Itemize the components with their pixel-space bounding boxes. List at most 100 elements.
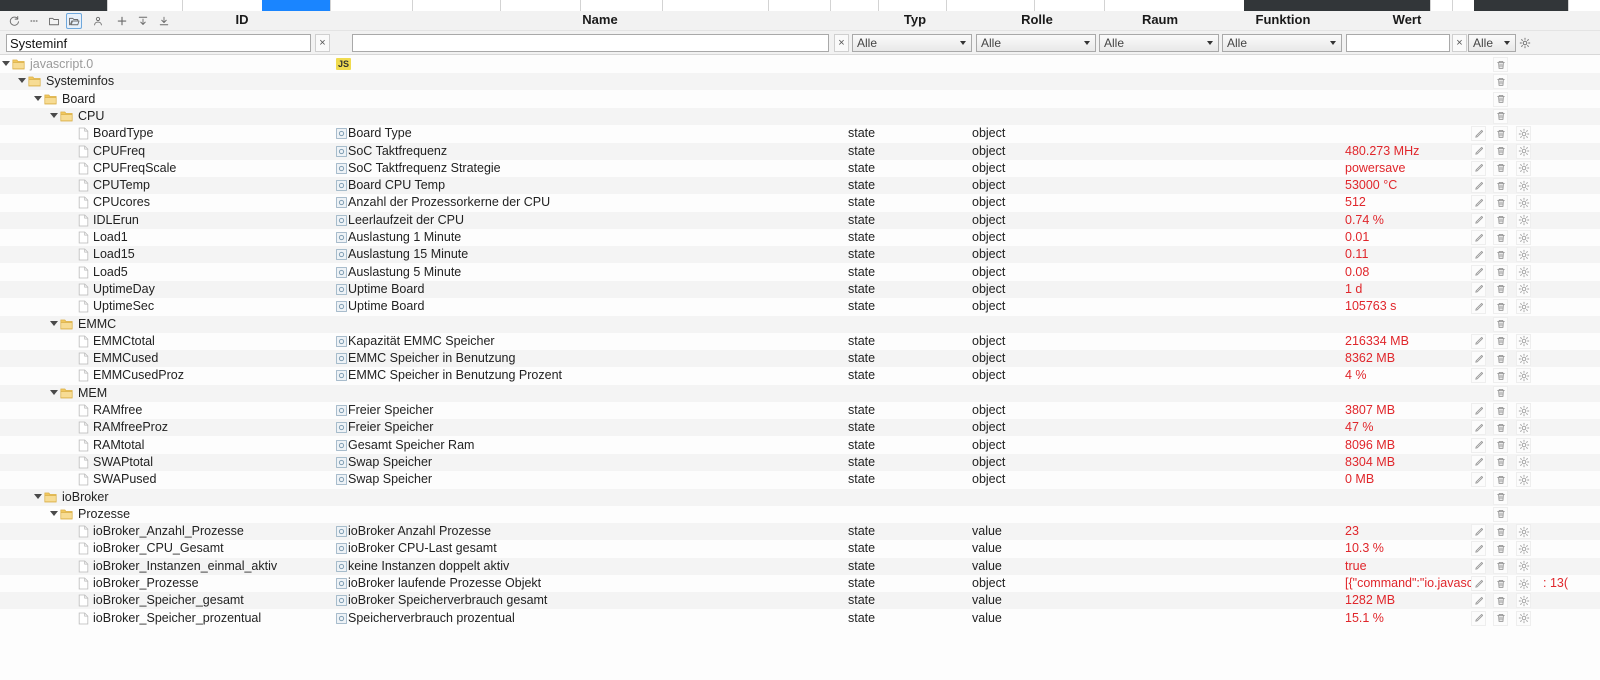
column-header-funktion[interactable]: Funktion — [1228, 12, 1338, 27]
filter-typ-select[interactable]: Alle — [852, 34, 972, 52]
browser-tab[interactable] — [330, 0, 412, 11]
object-settings-icon[interactable] — [1516, 576, 1531, 591]
browser-tab[interactable] — [1430, 0, 1452, 11]
column-header-id[interactable]: ID — [172, 12, 312, 27]
delete-object-icon[interactable] — [1493, 143, 1508, 159]
column-header-rolle[interactable]: Rolle — [982, 12, 1092, 27]
expander-collapse-icon[interactable] — [50, 321, 57, 328]
browser-tab[interactable] — [1104, 0, 1244, 11]
filter-name-clear-icon[interactable]: × — [834, 34, 849, 52]
tree-state-row[interactable]: ioBroker_Speicher_gesamt ioBroker Speiche… — [0, 592, 1600, 610]
filter-pagesize-select[interactable]: Alle — [1468, 34, 1516, 52]
delete-object-icon[interactable] — [1493, 593, 1508, 609]
expander-collapse-icon[interactable] — [50, 113, 57, 120]
delete-object-icon[interactable] — [1493, 195, 1508, 211]
delete-object-icon[interactable] — [1493, 506, 1508, 522]
expander-collapse-icon[interactable] — [34, 494, 41, 501]
object-settings-icon[interactable] — [1516, 437, 1531, 453]
edit-object-icon[interactable] — [1471, 230, 1486, 245]
browser-tab[interactable] — [1452, 0, 1474, 11]
settings-gear-icon[interactable] — [1518, 35, 1532, 51]
edit-object-icon[interactable] — [1471, 610, 1486, 626]
tree-folder-row[interactable]: EMMC — [0, 315, 1600, 333]
tree-state-row[interactable]: RAMfreeProz Freier Speicher state object 47 … — [0, 419, 1600, 437]
edit-object-icon[interactable] — [1471, 437, 1486, 453]
browser-tab-active[interactable] — [262, 0, 330, 11]
object-settings-icon[interactable] — [1516, 454, 1531, 470]
edit-object-icon[interactable] — [1471, 558, 1486, 574]
edit-object-icon[interactable] — [1471, 212, 1486, 228]
delete-object-icon[interactable] — [1493, 558, 1508, 574]
delete-object-icon[interactable] — [1493, 299, 1508, 315]
delete-object-icon[interactable] — [1493, 610, 1508, 626]
column-header-wert[interactable]: Wert — [1352, 12, 1462, 27]
edit-object-icon[interactable] — [1471, 299, 1486, 315]
edit-object-icon[interactable] — [1471, 576, 1486, 591]
edit-object-icon[interactable] — [1471, 593, 1486, 609]
expander-collapse-icon[interactable] — [50, 511, 57, 518]
tree-state-row[interactable]: Load15 Auslastung 15 Minute state object 0.1… — [0, 246, 1600, 264]
object-settings-icon[interactable] — [1516, 403, 1531, 418]
object-settings-icon[interactable] — [1516, 524, 1531, 540]
browser-tab[interactable] — [662, 0, 768, 11]
object-settings-icon[interactable] — [1516, 558, 1531, 574]
filter-wert-clear-icon[interactable]: × — [1452, 34, 1467, 52]
delete-object-icon[interactable] — [1493, 126, 1508, 142]
object-settings-icon[interactable] — [1516, 195, 1531, 211]
delete-object-icon[interactable] — [1493, 454, 1508, 470]
filter-raum-select[interactable]: Alle — [1099, 34, 1219, 52]
expander-collapse-icon[interactable] — [2, 61, 9, 68]
object-settings-icon[interactable] — [1516, 126, 1531, 142]
browser-tab[interactable] — [1474, 0, 1568, 11]
object-settings-icon[interactable] — [1516, 610, 1531, 626]
tree-state-row[interactable]: ioBroker_Anzahl_Prozesse ioBroker Anzahl … — [0, 523, 1600, 541]
browser-tab[interactable] — [580, 0, 662, 11]
tree-state-row[interactable]: RAMtotal Gesamt Speicher Ram state object 80… — [0, 437, 1600, 454]
edit-object-icon[interactable] — [1471, 351, 1486, 367]
delete-object-icon[interactable] — [1493, 576, 1508, 591]
object-settings-icon[interactable] — [1516, 472, 1531, 488]
edit-object-icon[interactable] — [1471, 333, 1486, 349]
tree-folder-row[interactable]: Prozesse — [0, 506, 1600, 523]
column-header-typ[interactable]: Typ — [860, 12, 970, 27]
delete-object-icon[interactable] — [1493, 212, 1508, 228]
object-settings-icon[interactable] — [1516, 212, 1531, 228]
object-settings-icon[interactable] — [1516, 351, 1531, 367]
delete-object-icon[interactable] — [1493, 351, 1508, 367]
browser-tab[interactable] — [500, 0, 580, 11]
delete-object-icon[interactable] — [1493, 108, 1508, 124]
tree-state-row[interactable]: BoardType Board Type state object — [0, 125, 1600, 142]
delete-object-icon[interactable] — [1493, 385, 1508, 401]
tree-folder-row[interactable]: javascript.0 JS — [0, 56, 1600, 73]
tree-state-row[interactable]: UptimeSec Uptime Board state object 105763 s — [0, 298, 1600, 315]
tree-folder-row[interactable]: Board — [0, 91, 1600, 108]
delete-object-icon[interactable] — [1493, 420, 1508, 436]
tree-state-row[interactable]: EMMCused EMMC Speicher in Benutzung state o… — [0, 350, 1600, 368]
delete-object-icon[interactable] — [1493, 178, 1508, 194]
delete-object-icon[interactable] — [1493, 472, 1508, 488]
edit-object-icon[interactable] — [1471, 281, 1486, 297]
edit-object-icon[interactable] — [1471, 247, 1486, 263]
object-settings-icon[interactable] — [1516, 541, 1531, 557]
browser-tab[interactable] — [1568, 0, 1600, 11]
edit-object-icon[interactable] — [1471, 368, 1486, 384]
delete-object-icon[interactable] — [1493, 316, 1508, 332]
tree-state-row[interactable]: EMMCtotal Kapazität EMMC Speicher state obj… — [0, 333, 1600, 350]
object-settings-icon[interactable] — [1516, 178, 1531, 194]
browser-tab[interactable] — [412, 0, 500, 11]
filter-wert-input[interactable] — [1346, 34, 1450, 52]
refresh-icon[interactable] — [6, 13, 22, 29]
filter-id-clear-icon[interactable]: × — [315, 34, 330, 52]
object-settings-icon[interactable] — [1516, 420, 1531, 436]
browser-tab[interactable] — [768, 0, 830, 11]
object-settings-icon[interactable] — [1516, 281, 1531, 297]
delete-object-icon[interactable] — [1493, 437, 1508, 453]
delete-object-icon[interactable] — [1493, 541, 1508, 557]
browser-tab[interactable] — [182, 0, 262, 11]
delete-object-icon[interactable] — [1493, 281, 1508, 297]
tree-state-row[interactable]: ioBroker_Instanzen_einmal_aktiv keine Ins… — [0, 557, 1600, 575]
user-icon[interactable] — [90, 13, 106, 29]
object-settings-icon[interactable] — [1516, 143, 1531, 159]
tree-state-row[interactable]: CPUcores Anzahl der Prozessorkerne der CP… — [0, 194, 1600, 211]
browser-tab[interactable] — [0, 0, 107, 11]
